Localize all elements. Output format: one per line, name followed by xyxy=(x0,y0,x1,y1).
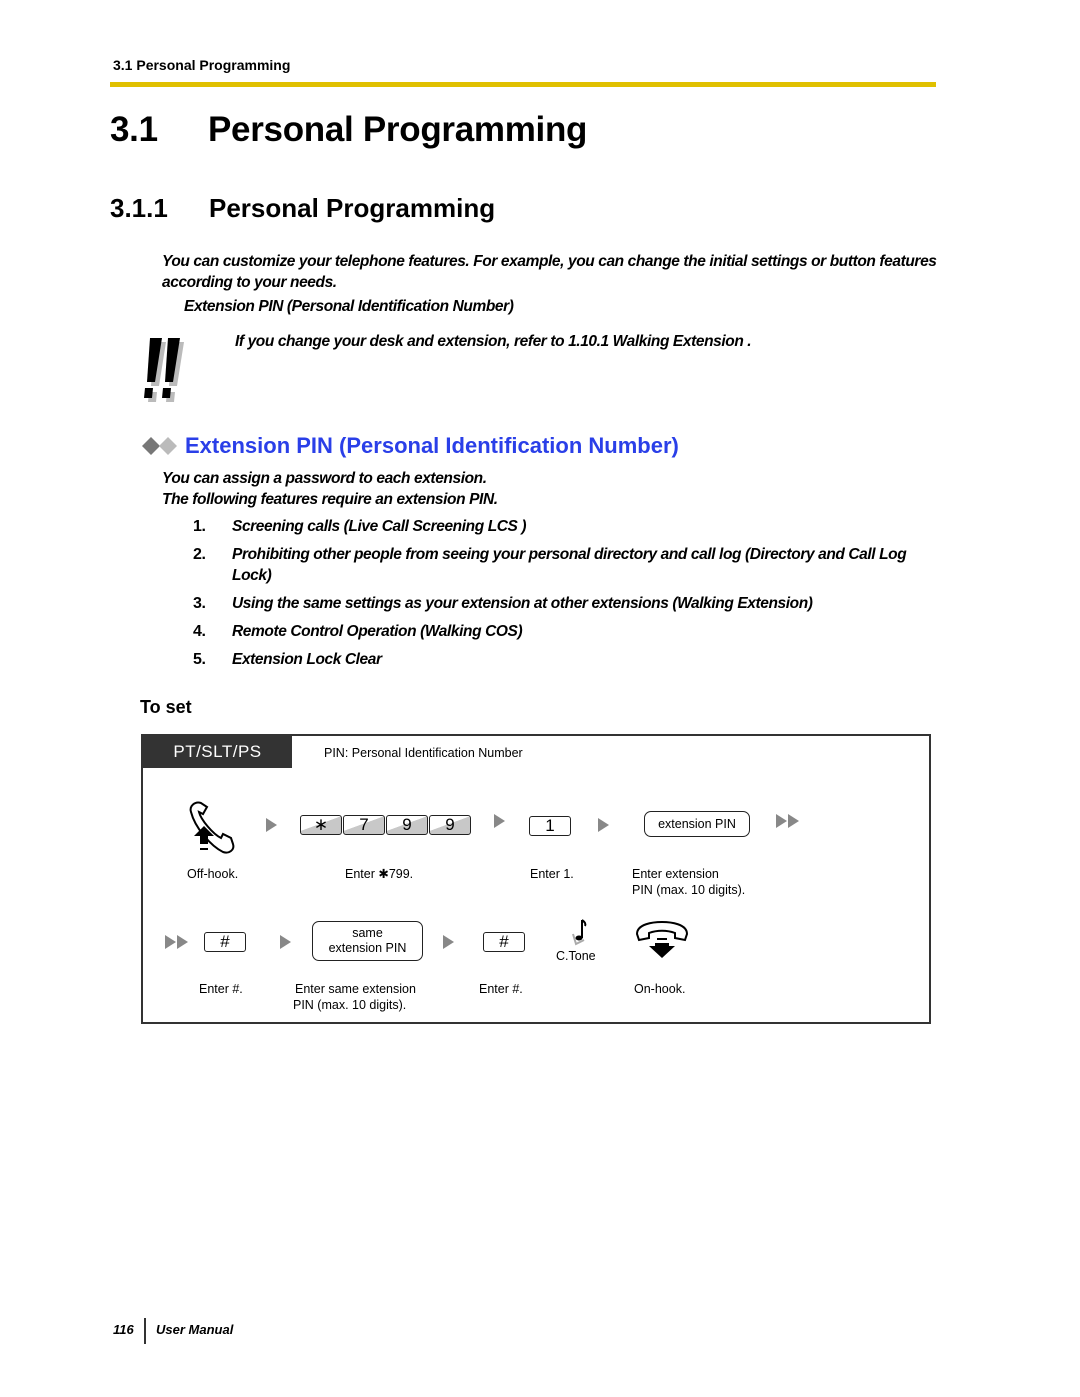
footer-divider xyxy=(144,1318,146,1344)
arrow-icon xyxy=(598,818,609,832)
running-head: 3.1 Personal Programming xyxy=(113,57,291,73)
list-item-text: Screening calls (Live Call Screening LCS… xyxy=(232,518,527,535)
key-1[interactable]: 1 xyxy=(529,816,571,836)
double-diamond-icon xyxy=(142,437,177,455)
key-star[interactable]: ∗ xyxy=(300,815,342,835)
tone-label: C.Tone xyxy=(556,949,596,963)
confirmation-tone-icon xyxy=(570,918,590,948)
on-hook-icon xyxy=(633,920,691,960)
note-text: If you change your desk and extension, r… xyxy=(235,333,752,350)
description-line: The following features require an extens… xyxy=(162,491,498,508)
list-item: 3. Using the same settings as your extens… xyxy=(193,593,943,614)
key-one-caption: Enter 1. xyxy=(530,867,574,881)
key-7[interactable]: 7 xyxy=(343,815,385,835)
feature-heading-text: Extension PIN (Personal Identification N… xyxy=(185,433,679,458)
arrow-icon xyxy=(443,935,454,949)
extension-pin-input[interactable]: extension PIN xyxy=(644,811,750,837)
same-extension-pin-input[interactable]: same extension PIN xyxy=(312,921,423,961)
description-line: You can assign a password to each extens… xyxy=(162,470,487,487)
on-hook-caption: On-hook. xyxy=(634,982,686,996)
list-item: 2. Prohibiting other people from seeing y… xyxy=(193,544,943,586)
list-item-text: Prohibiting other people from seeing you… xyxy=(232,546,907,584)
arrow-icon xyxy=(280,935,291,949)
procedure-heading: To set xyxy=(140,697,192,717)
off-hook-caption: Off-hook. xyxy=(187,867,239,881)
list-item-number: 3. xyxy=(193,595,206,612)
key-9[interactable]: 9 xyxy=(429,815,471,835)
key-hash[interactable]: # xyxy=(483,932,525,952)
section-number: 3.1 xyxy=(110,110,158,149)
same-box-line-2: extension PIN xyxy=(328,941,407,955)
key-9[interactable]: 9 xyxy=(386,815,428,835)
list-item-text: Extension Lock Clear xyxy=(232,651,382,668)
hash2-caption: Enter #. xyxy=(479,982,523,996)
section-title: 3.1 Personal Programming xyxy=(110,110,587,150)
feature-heading: Extension PIN (Personal Identification N… xyxy=(142,433,679,459)
list-item: 5. Extension Lock Clear xyxy=(193,649,943,670)
arrow-icon xyxy=(494,814,505,828)
pin-note: PIN: Personal Identification Number xyxy=(324,746,523,760)
footer-title: User Manual xyxy=(156,1322,234,1337)
pin-caption-1: Enter extension xyxy=(632,867,719,881)
off-hook-icon xyxy=(187,798,243,856)
page-number: 116 xyxy=(113,1322,134,1337)
list-item-number: 4. xyxy=(193,623,206,640)
header-rule xyxy=(110,82,936,87)
subsection-number: 3.1.1 xyxy=(110,193,168,223)
device-tag: PT/SLT/PS xyxy=(143,736,292,768)
same-caption-2: PIN (max. 10 digits). xyxy=(293,998,407,1012)
list-item-number: 2. xyxy=(193,546,206,563)
same-box-line-1: same xyxy=(352,926,383,940)
intro-link[interactable]: Extension PIN (Personal Identification N… xyxy=(184,298,514,316)
feature-list: 1. Screening calls (Live Call Screening L… xyxy=(193,516,943,677)
subsection-title: 3.1.1 Personal Programming xyxy=(110,193,495,224)
subsection-title-text: Personal Programming xyxy=(209,193,496,223)
procedure-box: PT/SLT/PS PIN: Personal Identification N… xyxy=(141,734,931,1024)
key-hash[interactable]: # xyxy=(204,932,246,952)
feature-description: You can assign a password to each extens… xyxy=(162,468,498,510)
double-arrow-icon xyxy=(776,814,799,828)
section-title-text: Personal Programming xyxy=(208,110,588,149)
double-exclamation-icon xyxy=(140,338,188,404)
list-item: 4. Remote Control Operation (Walking COS) xyxy=(193,621,943,642)
list-item-number: 5. xyxy=(193,651,206,668)
intro-paragraph: You can customize your telephone feature… xyxy=(162,253,937,291)
double-arrow-icon xyxy=(165,935,188,949)
arrow-icon xyxy=(266,818,277,832)
key-sequence: ∗ 7 9 9 xyxy=(300,815,471,835)
keys-caption: Enter ✱799. xyxy=(345,867,414,881)
hash-caption: Enter #. xyxy=(199,982,243,996)
list-item-text: Remote Control Operation (Walking COS) xyxy=(232,623,523,640)
same-caption-1: Enter same extension xyxy=(295,982,416,996)
list-item-number: 1. xyxy=(193,518,206,535)
list-item-text: Using the same settings as your extensio… xyxy=(232,595,813,612)
list-item: 1. Screening calls (Live Call Screening L… xyxy=(193,516,943,537)
pin-caption-2: PIN (max. 10 digits). xyxy=(632,883,746,897)
